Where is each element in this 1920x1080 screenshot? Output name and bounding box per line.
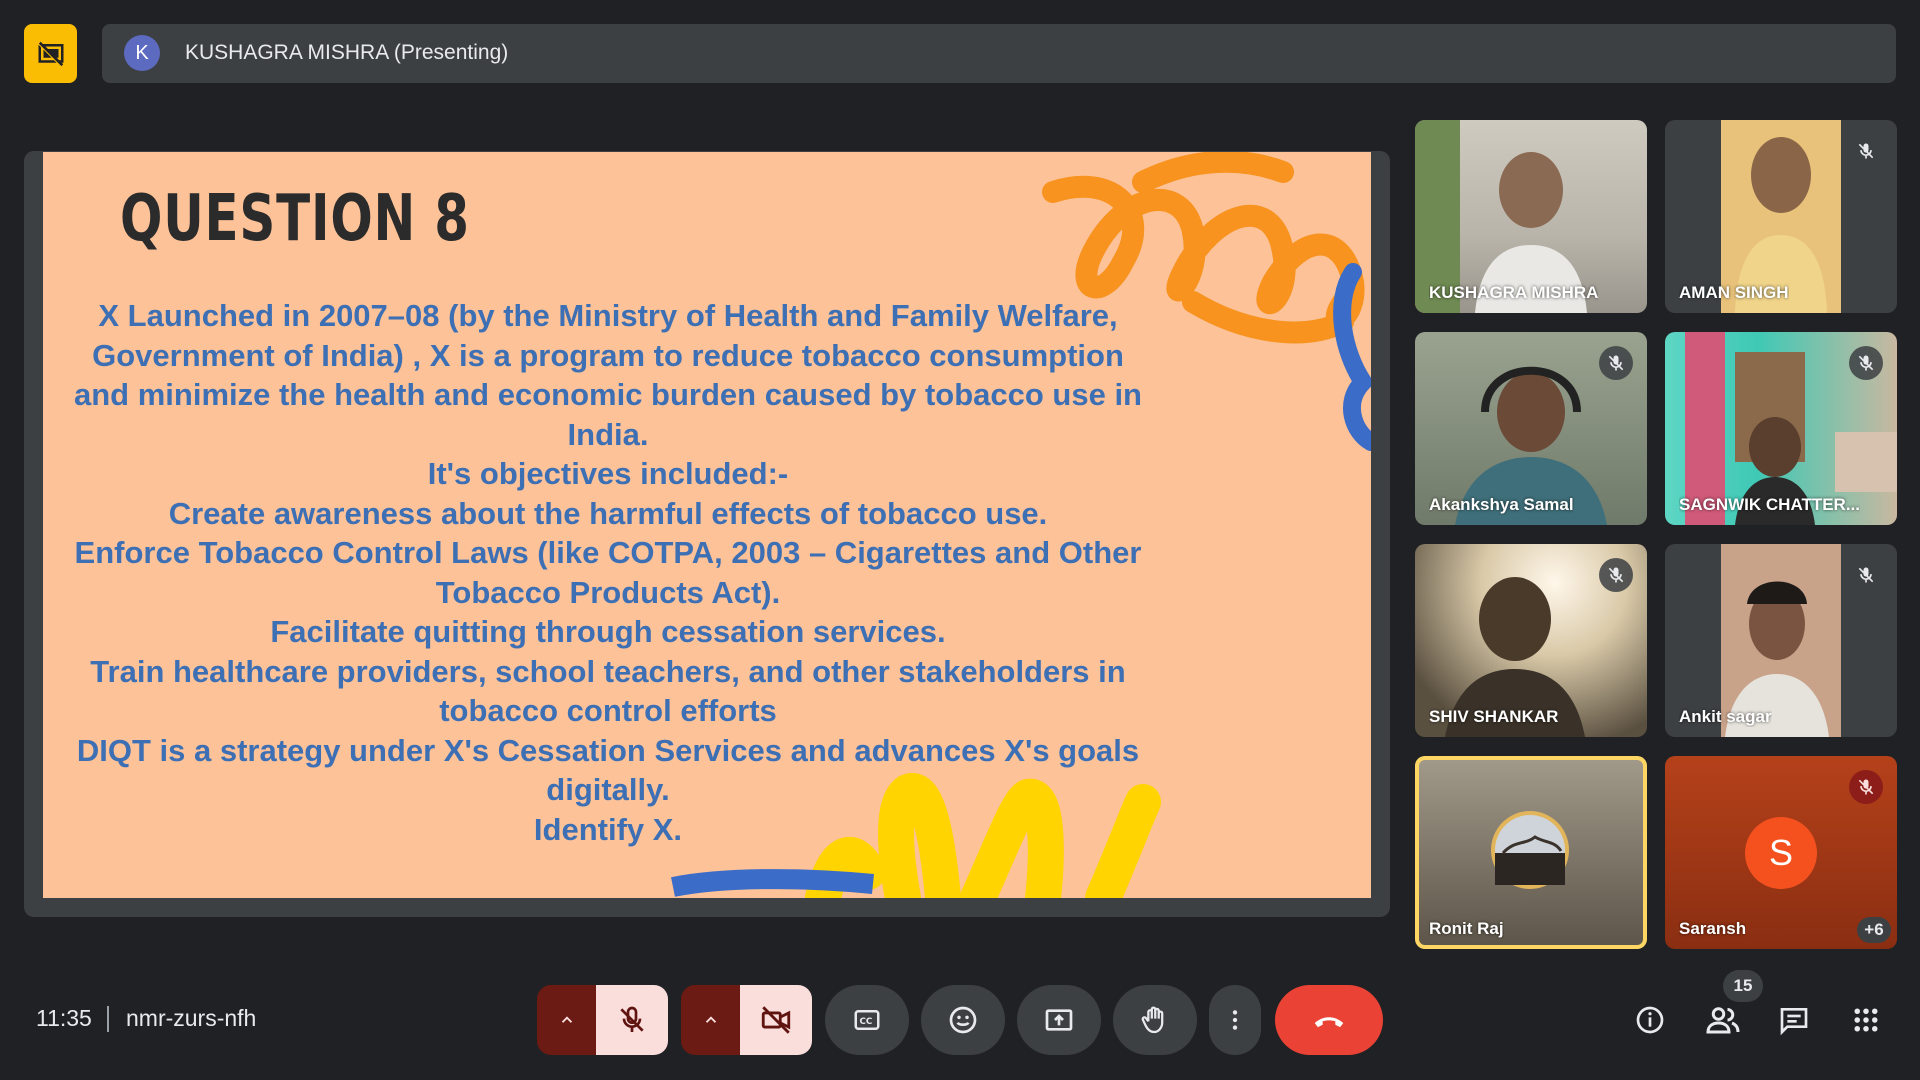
meeting-code: nmr-zurs-nfh bbox=[126, 1005, 257, 1031]
slide-line: Facilitate quitting through cessation se… bbox=[270, 614, 946, 649]
mic-off-icon bbox=[620, 1006, 644, 1032]
mic-off-icon bbox=[1858, 355, 1874, 371]
mic-off-icon bbox=[1608, 567, 1624, 583]
slide-line: X Launched in 2007–08 (by the Ministry o… bbox=[98, 298, 1118, 333]
participant-tile[interactable]: S Saransh +6 bbox=[1665, 756, 1897, 949]
camera-off-icon bbox=[761, 1006, 791, 1034]
chat-button[interactable] bbox=[1774, 1000, 1814, 1040]
emoji-icon bbox=[949, 1006, 977, 1034]
camera-toggle-button[interactable] bbox=[740, 985, 812, 1055]
slide-line: India. bbox=[567, 416, 649, 452]
participant-name: AMAN SINGH bbox=[1679, 283, 1789, 302]
mic-muted-indicator bbox=[1599, 558, 1633, 592]
mic-muted-indicator bbox=[1849, 346, 1883, 380]
participant-tile-speaking[interactable]: Ronit Raj bbox=[1415, 756, 1647, 949]
apps-grid-icon bbox=[1854, 1008, 1878, 1032]
participant-name: Ronit Raj bbox=[1429, 919, 1504, 938]
presentation-slide: QUESTION 8 X Launched in 2007–08 (by the… bbox=[43, 152, 1371, 898]
presentation-toggle-button[interactable] bbox=[24, 24, 77, 83]
chevron-up-icon bbox=[561, 1016, 572, 1023]
participant-name: KUSHAGRA MISHRA bbox=[1429, 283, 1599, 302]
meeting-clock: 11:35 bbox=[36, 1005, 92, 1031]
participant-name: SAGNWIK CHATTER... bbox=[1679, 495, 1861, 514]
activities-button[interactable] bbox=[1846, 1000, 1886, 1040]
avatar-image bbox=[1495, 815, 1565, 885]
microphone-toggle-button[interactable] bbox=[596, 985, 668, 1055]
participant-name: Saransh bbox=[1679, 919, 1747, 938]
mic-muted-indicator bbox=[1849, 770, 1883, 804]
present-off-icon bbox=[37, 41, 63, 67]
hand-icon bbox=[1141, 1006, 1164, 1034]
participant-count-badge: 15 bbox=[1723, 970, 1763, 1002]
participant-name: Akankshya Samal bbox=[1429, 495, 1574, 514]
present-screen-button[interactable] bbox=[1017, 985, 1101, 1055]
reactions-button[interactable] bbox=[921, 985, 1005, 1055]
participant-tile[interactable]: SAGNWIK CHATTER... bbox=[1665, 332, 1897, 525]
svg-text:CC: CC bbox=[860, 1017, 873, 1027]
divider bbox=[107, 1006, 109, 1032]
mic-off-icon bbox=[1608, 355, 1624, 371]
more-options-button[interactable] bbox=[1209, 985, 1261, 1055]
mic-off-icon bbox=[1858, 567, 1874, 583]
more-vert-icon bbox=[1232, 1010, 1238, 1030]
participant-avatar bbox=[1491, 811, 1569, 889]
slide-line: Identify X. bbox=[533, 811, 683, 847]
slide-body-text: X Launched in 2007–08 (by the Ministry o… bbox=[43, 296, 1173, 849]
more-participants-badge[interactable]: +6 bbox=[1857, 917, 1891, 943]
participant-tile[interactable]: KUSHAGRA MISHRA bbox=[1415, 120, 1647, 313]
slide-title: QUESTION 8 bbox=[120, 182, 470, 256]
mic-off-icon bbox=[1858, 779, 1874, 795]
people-icon bbox=[1706, 1007, 1740, 1034]
slide-line: Create awareness about the harmful effec… bbox=[168, 495, 1048, 531]
mic-muted-indicator bbox=[1849, 558, 1883, 592]
people-button[interactable] bbox=[1703, 1000, 1743, 1040]
slide-line: Tobacco Products Act). bbox=[435, 574, 781, 610]
leave-call-button[interactable] bbox=[1275, 985, 1383, 1055]
chevron-up-icon bbox=[705, 1016, 716, 1023]
video-options-button[interactable] bbox=[681, 985, 740, 1055]
slide-line: tobacco control efforts bbox=[439, 693, 777, 728]
slide-line: It's objectives included:- bbox=[427, 456, 789, 491]
info-icon bbox=[1636, 1006, 1664, 1034]
slide-line: and minimize the health and economic bur… bbox=[74, 377, 1142, 412]
slide-line: DIQT is a strategy under X's Cessation S… bbox=[76, 732, 1140, 768]
end-call-icon bbox=[1314, 1017, 1344, 1028]
slide-line: Government of India) , X is a program to… bbox=[92, 337, 1124, 373]
mic-off-icon bbox=[1858, 143, 1874, 159]
participant-tile[interactable]: Ankit sagar bbox=[1665, 544, 1897, 737]
mic-muted-indicator bbox=[1599, 346, 1633, 380]
slide-line: digitally. bbox=[546, 772, 670, 807]
participant-tile[interactable]: AMAN SINGH bbox=[1665, 120, 1897, 313]
participant-name: Ankit sagar bbox=[1679, 707, 1772, 726]
participant-avatar: S bbox=[1745, 817, 1817, 889]
audio-options-button[interactable] bbox=[537, 985, 596, 1055]
slide-line: Enforce Tobacco Control Laws (like COTPA… bbox=[74, 535, 1142, 570]
captions-button[interactable]: CC bbox=[825, 985, 909, 1055]
present-screen-icon bbox=[1045, 1009, 1073, 1031]
participant-tile[interactable]: SHIV SHANKAR bbox=[1415, 544, 1647, 737]
mic-muted-indicator bbox=[1849, 134, 1883, 168]
meeting-info-button[interactable] bbox=[1630, 1000, 1670, 1040]
participant-tile[interactable]: Akankshya Samal bbox=[1415, 332, 1647, 525]
participant-name: SHIV SHANKAR bbox=[1429, 707, 1559, 726]
presenter-label: KUSHAGRA MISHRA (Presenting) bbox=[185, 41, 509, 64]
raise-hand-button[interactable] bbox=[1113, 985, 1197, 1055]
presenter-avatar: K bbox=[124, 35, 160, 71]
slide-line: Train healthcare providers, school teach… bbox=[90, 653, 1126, 689]
closed-captions-icon: CC bbox=[854, 1010, 880, 1030]
presenter-bar: K KUSHAGRA MISHRA (Presenting) bbox=[102, 24, 1896, 83]
chat-icon bbox=[1780, 1008, 1808, 1036]
